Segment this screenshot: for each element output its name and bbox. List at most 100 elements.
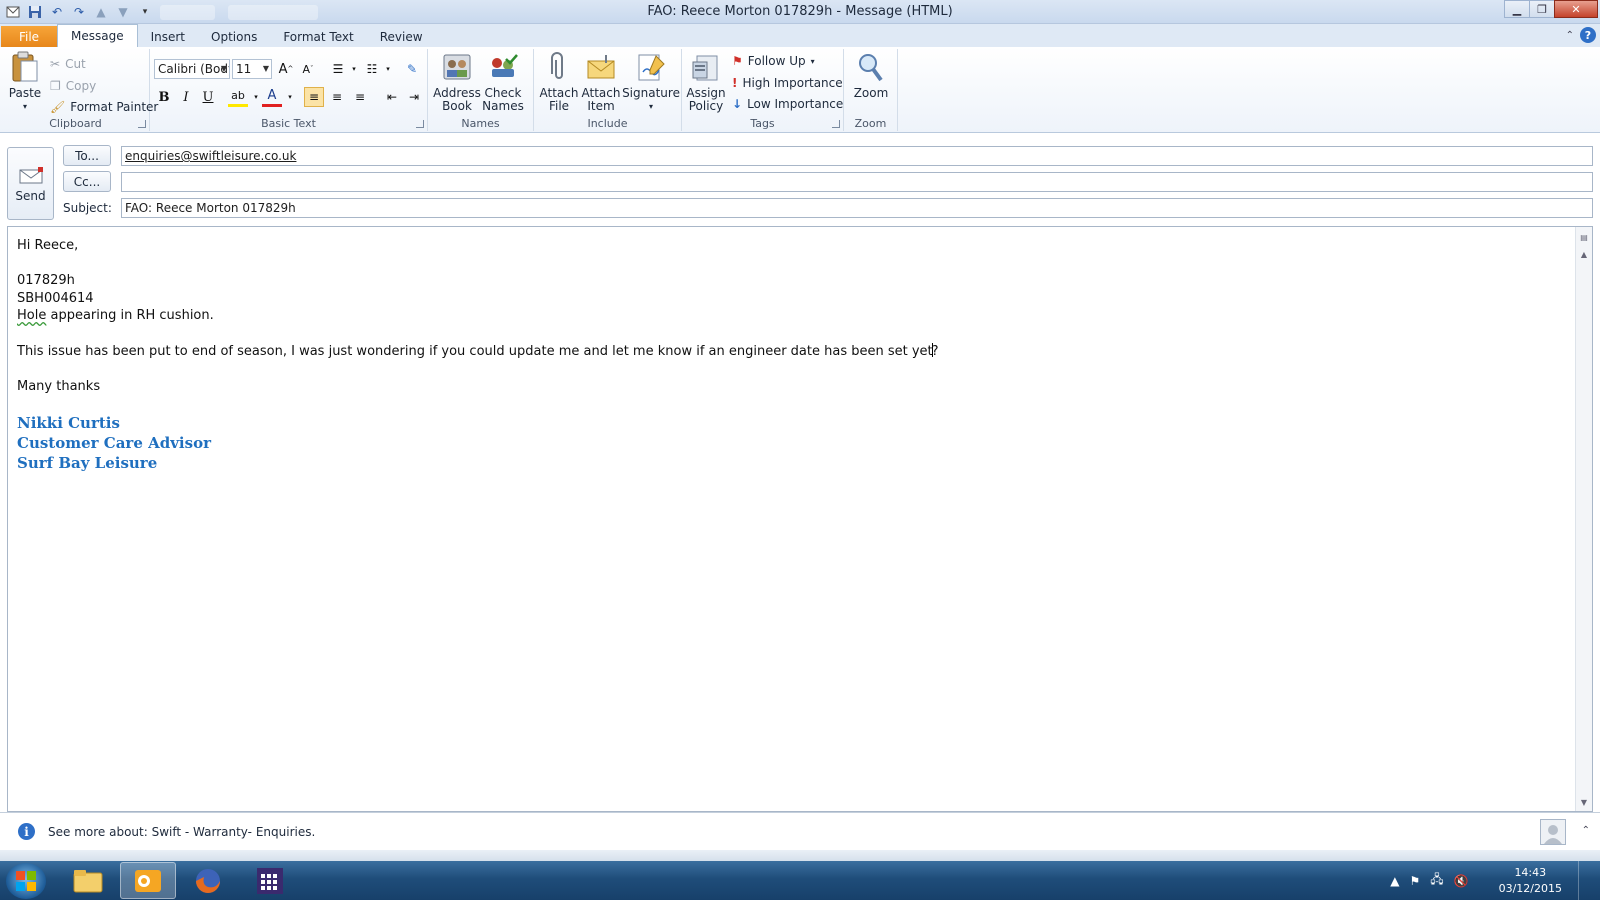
minimize-ribbon-icon[interactable]: ⌃ [1566, 30, 1574, 41]
tab-format-text[interactable]: Format Text [270, 26, 366, 47]
paintbrush-icon: 🖌 [50, 100, 66, 114]
to-button[interactable]: To... [63, 145, 111, 166]
copy-icon: ❐ [50, 79, 61, 93]
send-button[interactable]: Send [7, 147, 54, 220]
paperclip-icon [543, 51, 575, 83]
basic-text-group: Calibri (Body) ▼ 11 ▼ A^ Aˇ ☰ ▾ ☷ ▾ ✎ B … [150, 49, 428, 131]
cut-button[interactable]: ✂ Cut [50, 55, 86, 73]
address-book-button[interactable]: Address Book [433, 51, 481, 113]
clear-formatting-icon[interactable]: ✎ [402, 59, 422, 79]
signature-label: Signature [622, 86, 680, 100]
taskbar-calculator[interactable] [242, 862, 298, 899]
assign-policy-button[interactable]: Assign Policy [686, 51, 726, 113]
close-button[interactable]: ✕ [1554, 0, 1598, 18]
action-center-flag-icon[interactable]: ⚑ [1409, 874, 1420, 888]
signature-dropdown-icon: ▾ [648, 102, 653, 111]
tab-message[interactable]: Message [57, 24, 138, 47]
font-name-value: Calibri (Body) [158, 62, 229, 76]
expand-people-pane-icon[interactable]: ⌃ [1582, 825, 1590, 836]
tab-insert[interactable]: Insert [138, 26, 198, 47]
paste-button[interactable]: Paste ▾ [5, 51, 45, 113]
follow-up-label: Follow Up [747, 54, 806, 68]
shrink-font-icon[interactable]: Aˇ [298, 59, 318, 79]
volume-muted-icon[interactable]: 🔇 [1454, 874, 1469, 888]
tab-options[interactable]: Options [198, 26, 270, 47]
bullets-dropdown-icon[interactable]: ▾ [344, 59, 364, 79]
grow-font-icon[interactable]: A ^ [276, 59, 296, 79]
highlight-icon[interactable]: ab [228, 87, 248, 107]
signature-company: Surf Bay Leisure [17, 453, 158, 472]
font-color-dropdown-icon[interactable]: ▾ [280, 87, 300, 107]
align-right-icon[interactable]: ≡ [350, 87, 370, 107]
font-name-combo[interactable]: Calibri (Body) ▼ [154, 59, 230, 79]
taskbar-firefox[interactable] [180, 862, 236, 899]
request-text-end: ? [931, 343, 939, 359]
scroll-down-icon[interactable]: ▼ [1577, 795, 1591, 809]
vertical-scrollbar[interactable]: ▤ ▲ ▼ [1575, 227, 1592, 811]
request-text: This issue has been put to end of season… [17, 343, 933, 359]
numbering-dropdown-icon[interactable]: ▾ [378, 59, 398, 79]
message-body-editor[interactable]: Hi Reece, 017829h SBH004614 Hole appeari… [7, 226, 1593, 812]
envelope-paperclip-icon [585, 51, 617, 83]
copy-button[interactable]: ❐ Copy [50, 77, 96, 95]
italic-icon[interactable]: I [176, 87, 196, 107]
low-importance-button[interactable]: ↓ Low Importance [732, 95, 843, 113]
taskbar-file-explorer[interactable] [60, 862, 116, 899]
font-color-icon[interactable]: A [262, 87, 282, 107]
zoom-group: Zoom Zoom [844, 49, 898, 131]
font-size-combo[interactable]: 11 ▼ [232, 59, 272, 79]
message-body-text: Hi Reece, 017829h SBH004614 Hole appeari… [17, 237, 939, 473]
taskbar-outlook[interactable] [120, 862, 176, 899]
signature-name: Nikki Curtis [17, 413, 120, 432]
ruler-toggle-icon[interactable]: ▤ [1577, 230, 1591, 244]
signature-button[interactable]: Signature ▾ [622, 51, 680, 113]
network-icon[interactable]: 🖧 [1430, 870, 1443, 891]
help-icon[interactable]: ? [1580, 27, 1596, 43]
show-hidden-icons-icon[interactable]: ▲ [1390, 874, 1399, 888]
include-group-label: Include [587, 117, 628, 130]
check-names-button[interactable]: Check Names [480, 51, 526, 113]
basic-text-group-label: Basic Text [261, 117, 316, 130]
signature-icon [635, 51, 667, 83]
underline-icon[interactable]: U [198, 87, 218, 107]
tab-review[interactable]: Review [367, 26, 436, 47]
minimize-button[interactable]: ▁ [1504, 0, 1530, 18]
follow-up-button[interactable]: ⚑ Follow Up ▾ [732, 52, 815, 70]
cc-button[interactable]: Cc... [63, 171, 111, 192]
people-pane-text[interactable]: See more about: Swift - Warranty- Enquir… [48, 825, 315, 839]
to-recipient[interactable]: enquiries@swiftleisure.co.uk [125, 149, 296, 163]
bold-icon[interactable]: B [154, 87, 174, 107]
clipboard-group: Paste ▾ ✂ Cut ❐ Copy 🖌 Format Painter Cl… [2, 49, 158, 131]
cut-label: Cut [65, 57, 86, 71]
restore-button[interactable]: ❐ [1529, 0, 1555, 18]
show-desktop-button[interactable] [1578, 861, 1592, 900]
attach-item-button[interactable]: Attach Item [580, 51, 622, 113]
increase-indent-icon[interactable]: ⇥ [404, 87, 424, 107]
high-importance-button[interactable]: ! High Importance [732, 74, 843, 92]
paste-label: Paste [8, 86, 42, 100]
taskbar-clock[interactable]: 14:43 03/12/2015 [1499, 865, 1562, 897]
folder-icon [73, 869, 103, 892]
cc-field[interactable] [121, 172, 1593, 192]
format-painter-button[interactable]: 🖌 Format Painter [50, 98, 158, 116]
magnifier-icon [855, 51, 887, 83]
attach-file-button[interactable]: Attach File [538, 51, 580, 113]
tags-launcher-icon[interactable] [832, 120, 840, 128]
align-center-icon[interactable]: ≡ [327, 87, 347, 107]
decrease-indent-icon[interactable]: ⇤ [382, 87, 402, 107]
contact-avatar[interactable] [1540, 819, 1566, 845]
basic-text-launcher-icon[interactable] [416, 120, 424, 128]
start-button[interactable] [6, 863, 46, 899]
zoom-button[interactable]: Zoom [850, 51, 892, 100]
firefox-icon [196, 868, 220, 893]
to-field[interactable]: enquiries@swiftleisure.co.uk [121, 146, 1593, 166]
ribbon: Paste ▾ ✂ Cut ❐ Copy 🖌 Format Painter Cl… [0, 47, 1600, 133]
send-label: Send [15, 188, 46, 203]
align-left-icon[interactable]: ≡ [304, 87, 324, 107]
flag-icon: ⚑ [732, 54, 743, 68]
clipboard-launcher-icon[interactable] [138, 120, 146, 128]
tab-file[interactable]: File [1, 26, 57, 47]
scroll-up-icon[interactable]: ▲ [1577, 247, 1591, 261]
subject-field[interactable]: FAO: Reece Morton 017829h [121, 198, 1593, 218]
